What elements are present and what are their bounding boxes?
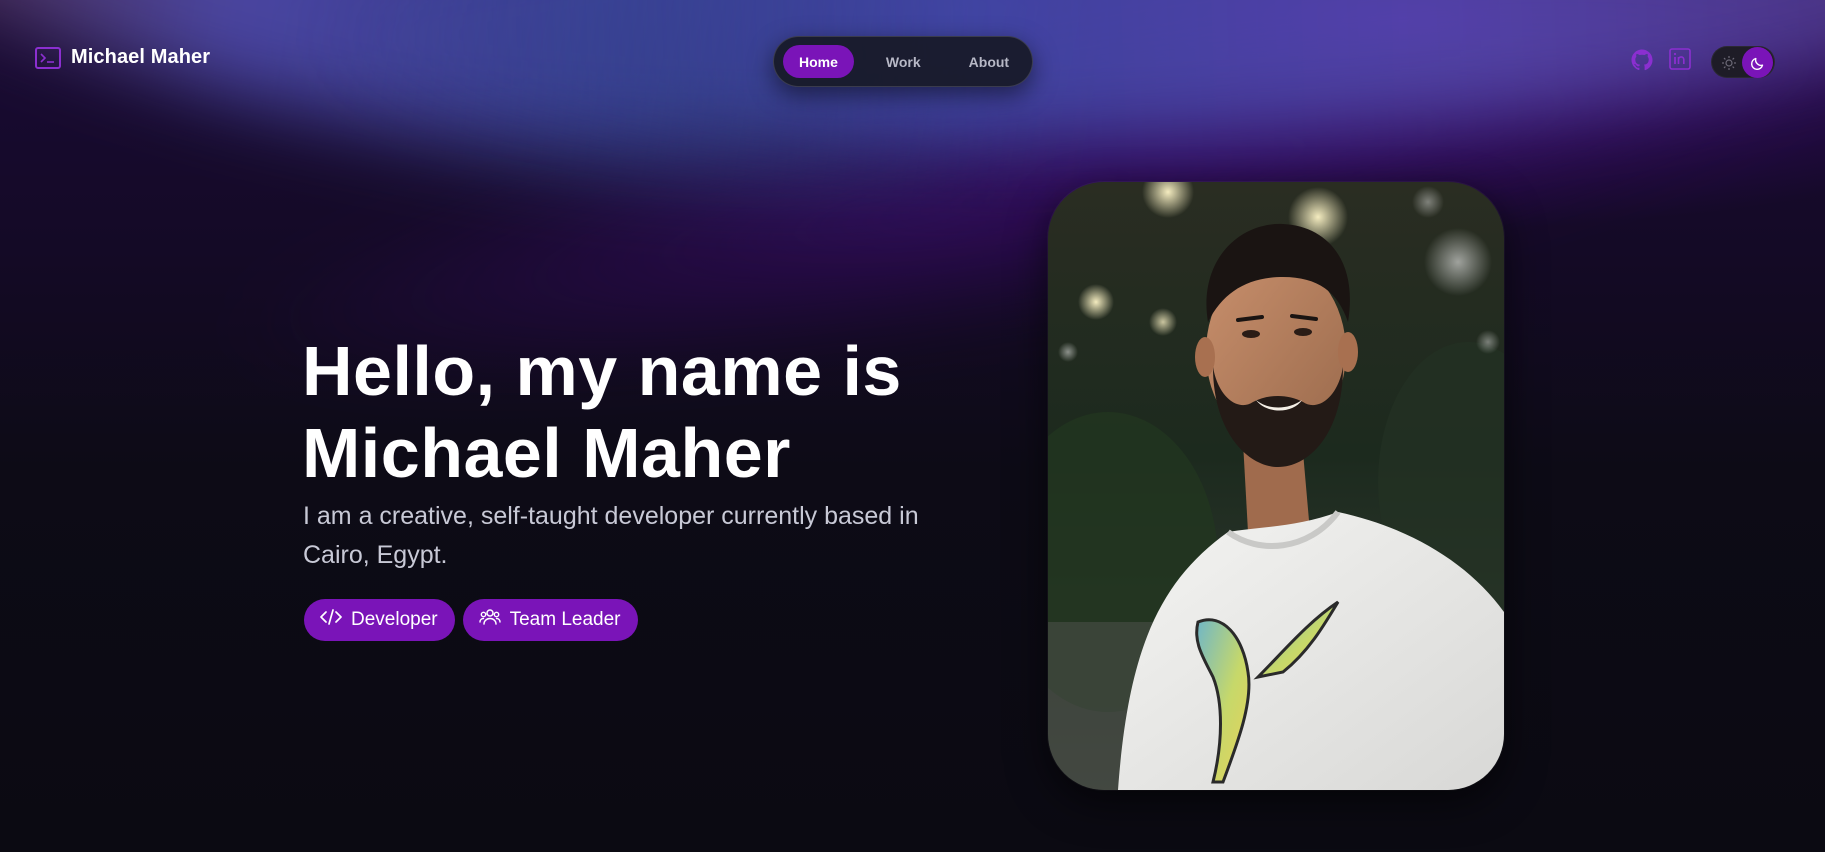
hero-title-line2: Michael Maher — [302, 414, 791, 492]
linkedin-icon[interactable] — [1669, 48, 1691, 70]
tag-label: Developer — [351, 609, 438, 630]
profile-photo — [1048, 182, 1504, 790]
site-logo[interactable]: Michael Maher — [35, 46, 210, 69]
tag-team-leader[interactable]: Team Leader — [462, 599, 638, 641]
hero-subtitle: I am a creative, self-taught developer c… — [303, 502, 919, 569]
main-nav: Home Work About — [773, 36, 1033, 87]
theme-toggle[interactable] — [1711, 46, 1775, 78]
code-icon — [320, 608, 342, 632]
hero-title: Hello, my name is Michael Maher — [302, 330, 902, 494]
site-name: Michael Maher — [71, 46, 211, 68]
github-icon[interactable] — [1630, 48, 1654, 72]
nav-work[interactable]: Work — [870, 45, 937, 78]
nav-about[interactable]: About — [953, 45, 1025, 78]
hero-background — [0, 0, 1825, 852]
hero-title-line1: Hello, my name is — [302, 332, 902, 410]
users-icon — [478, 607, 501, 633]
tag-label: Team Leader — [509, 609, 621, 630]
terminal-icon — [35, 46, 61, 69]
moon-icon — [1742, 47, 1773, 78]
tag-developer[interactable]: Developer — [304, 599, 455, 641]
role-tags: Developer Team Leader — [304, 599, 638, 641]
nav-home[interactable]: Home — [783, 45, 854, 78]
sun-icon — [1721, 55, 1737, 76]
